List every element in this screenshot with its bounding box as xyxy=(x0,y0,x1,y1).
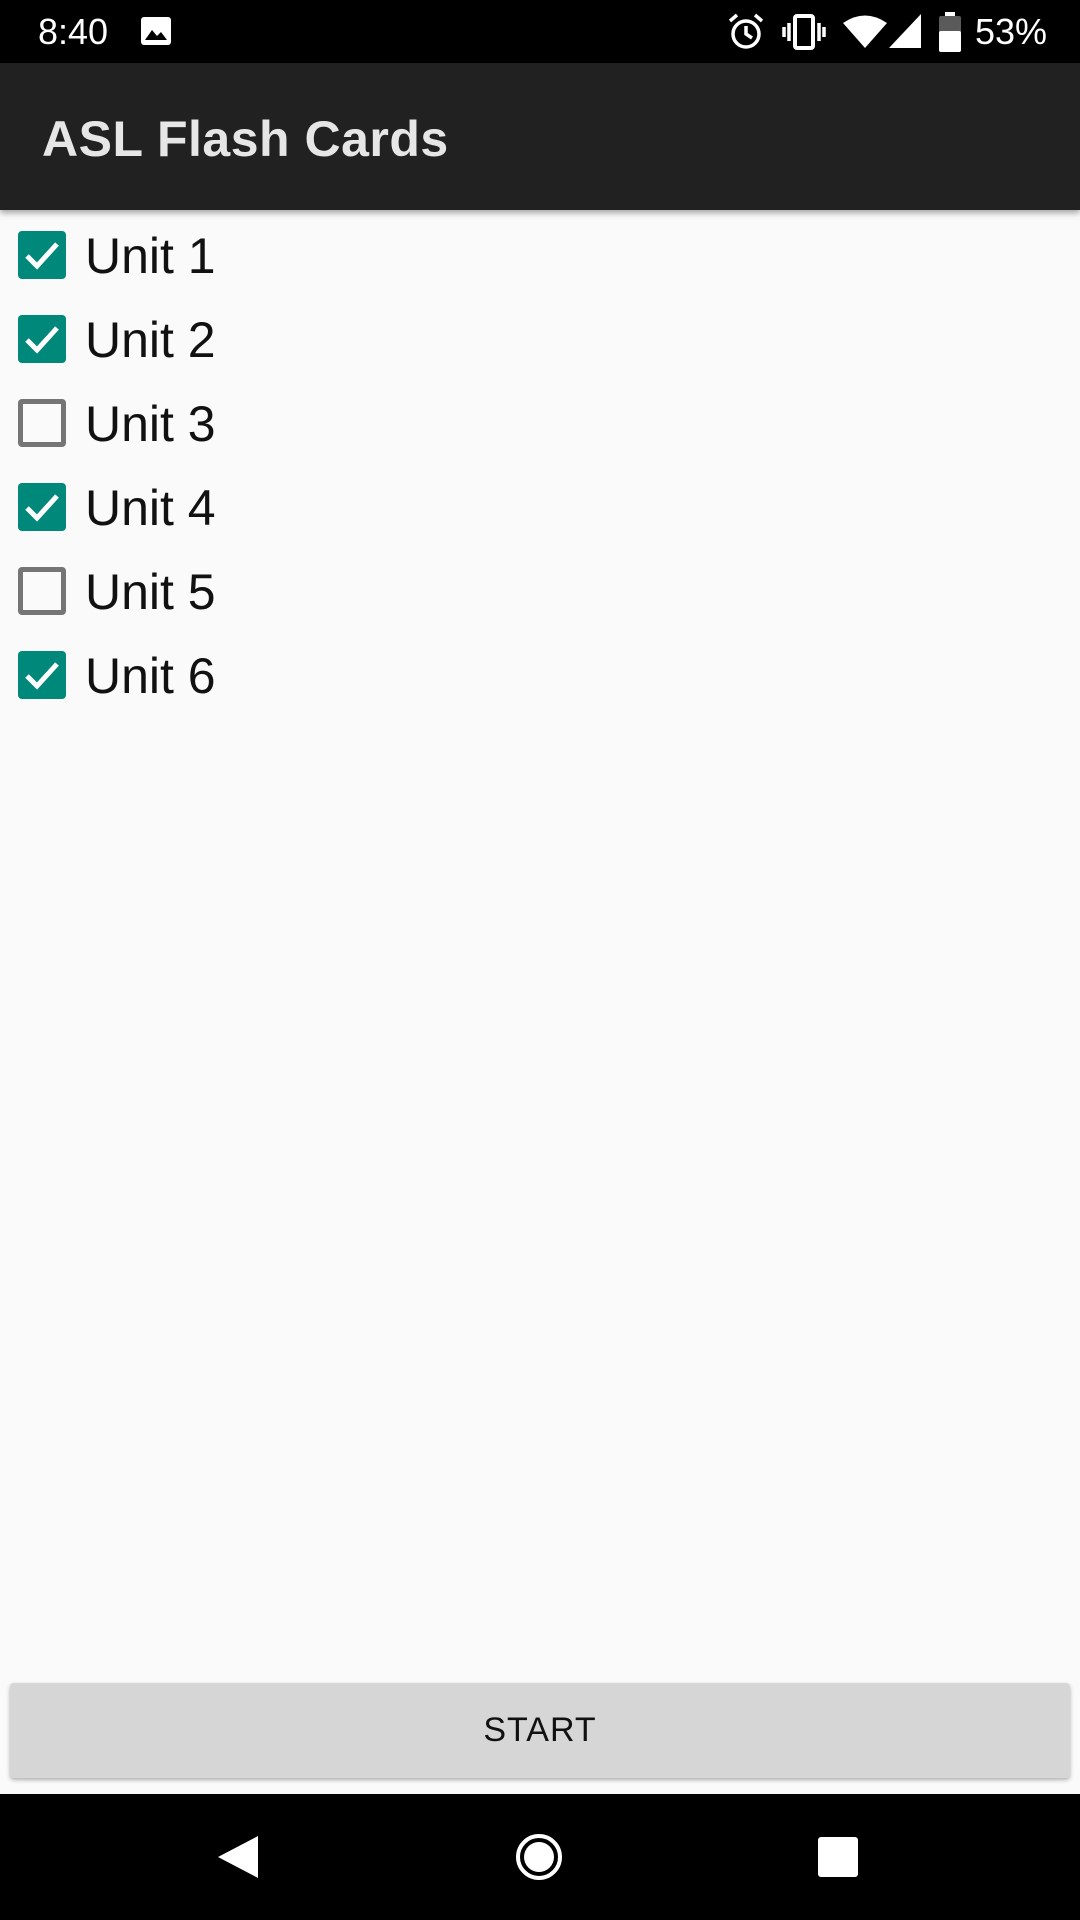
unit-label: Unit 6 xyxy=(85,648,216,704)
vibrate-icon xyxy=(782,14,826,50)
unit-checkbox-2[interactable]: Unit 2 xyxy=(0,294,600,378)
wifi-icon xyxy=(843,15,887,48)
checkmark-icon xyxy=(25,242,59,270)
back-icon[interactable] xyxy=(216,1834,260,1880)
unit-checkbox-5[interactable]: Unit 5 xyxy=(0,546,600,630)
checkmark-icon xyxy=(25,326,59,354)
status-bar: 8:40 53% xyxy=(0,0,1080,63)
app-bar: ASL Flash Cards xyxy=(0,63,1080,210)
unit-list: Unit 1 Unit 2 Unit 3 Unit 4 Unit 5 Unit … xyxy=(0,210,1080,714)
home-icon[interactable] xyxy=(515,1833,563,1881)
status-time: 8:40 xyxy=(38,11,109,52)
unit-checkbox-4[interactable]: Unit 4 xyxy=(0,462,600,546)
unit-label: Unit 3 xyxy=(85,396,216,452)
unit-checkbox-1[interactable]: Unit 1 xyxy=(0,210,600,294)
unit-checkbox-3[interactable]: Unit 3 xyxy=(0,378,600,462)
start-button[interactable]: START xyxy=(10,1683,1070,1778)
checkmark-icon xyxy=(25,662,59,690)
unit-label: Unit 2 xyxy=(85,312,216,368)
app-title: ASL Flash Cards xyxy=(42,111,449,167)
checkmark-icon xyxy=(25,494,59,522)
alarm-icon xyxy=(728,13,764,49)
checkbox-checked[interactable] xyxy=(18,231,66,279)
battery-icon xyxy=(939,12,961,52)
unit-checkbox-6[interactable]: Unit 6 xyxy=(0,630,600,714)
image-icon xyxy=(141,17,171,45)
checkbox-checked[interactable] xyxy=(18,651,66,699)
checkbox-checked[interactable] xyxy=(18,315,66,363)
unit-label: Unit 4 xyxy=(85,480,216,536)
checkbox-checked[interactable] xyxy=(18,483,66,531)
nav-bar xyxy=(0,1794,1080,1920)
unit-label: Unit 5 xyxy=(85,564,216,620)
checkbox-unchecked[interactable] xyxy=(18,567,66,615)
recents-icon[interactable] xyxy=(817,1836,859,1878)
unit-label: Unit 1 xyxy=(85,228,216,284)
battery-percent: 53% xyxy=(975,11,1048,52)
checkbox-unchecked[interactable] xyxy=(18,399,66,447)
signal-icon xyxy=(889,14,921,48)
